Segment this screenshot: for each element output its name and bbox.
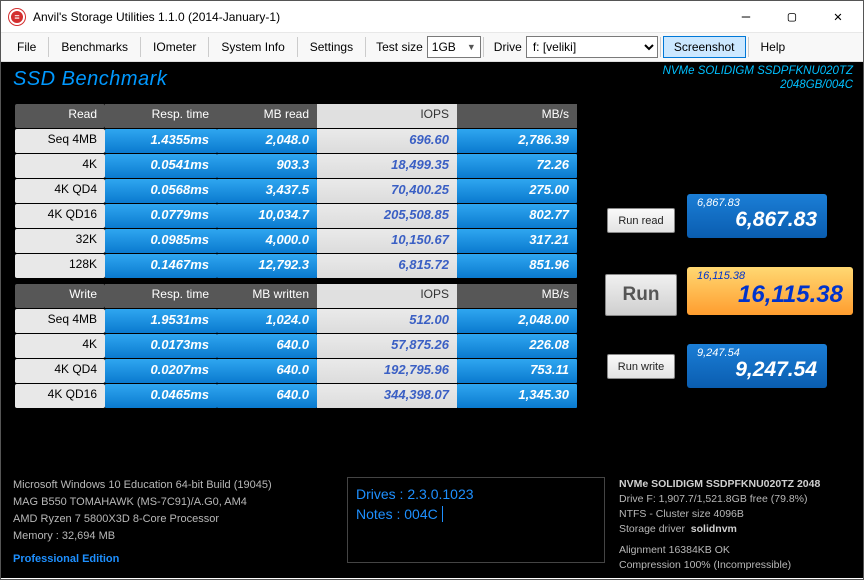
window-title: Anvil's Storage Utilities 1.1.0 (2014-Ja…	[33, 10, 723, 24]
menu-settings[interactable]: Settings	[300, 36, 363, 58]
table-row: 4K QD40.0207ms640.0192,795.96753.11	[15, 359, 593, 383]
write-header: Write	[15, 284, 105, 308]
menu-iometer[interactable]: IOmeter	[143, 36, 206, 58]
page-title: SSD Benchmark	[13, 68, 167, 91]
header: SSD Benchmark NVMe SOLIDIGM SSDPFKNU020T…	[1, 62, 863, 96]
resp-time: 1.4355ms	[105, 129, 217, 153]
app-icon: ≡	[9, 9, 25, 25]
resp-time: 0.0173ms	[105, 334, 217, 358]
row-label: 4K QD16	[15, 204, 105, 228]
table-row: 4K0.0173ms640.057,875.26226.08	[15, 334, 593, 358]
table-row: 4K0.0541ms903.318,499.3572.26	[15, 154, 593, 178]
mb-value: 640.0	[217, 334, 317, 358]
mbs-value: 1,345.30	[457, 384, 577, 408]
iops-value: 205,508.85	[317, 204, 457, 228]
mb-value: 640.0	[217, 359, 317, 383]
notes-box[interactable]: Drives : 2.3.0.1023 Notes : 004C	[347, 477, 605, 563]
mb-value: 2,048.0	[217, 129, 317, 153]
run-write-button[interactable]: Run write	[607, 354, 675, 379]
menu-help[interactable]: Help	[751, 36, 796, 58]
write-score: 9,247.54 9,247.54	[687, 344, 827, 388]
mbs-value: 851.96	[457, 254, 577, 278]
mbs-value: 2,786.39	[457, 129, 577, 153]
mb-value: 4,000.0	[217, 229, 317, 253]
system-info: Microsoft Windows 10 Education 64-bit Bu…	[13, 477, 333, 566]
row-label: 4K QD16	[15, 384, 105, 408]
mb-value: 12,792.3	[217, 254, 317, 278]
maximize-button[interactable]: ▢	[769, 2, 815, 32]
row-label: 4K	[15, 154, 105, 178]
row-label: 128K	[15, 254, 105, 278]
row-label: 4K QD4	[15, 359, 105, 383]
test-size-select[interactable]: 1GB▼	[427, 36, 481, 58]
row-label: Seq 4MB	[15, 309, 105, 333]
write-table: Write Resp. time MB written IOPS MB/s Se…	[15, 284, 593, 408]
total-score: 16,115.38 16,115.38	[687, 267, 853, 315]
mbs-value: 226.08	[457, 334, 577, 358]
iops-value: 192,795.96	[317, 359, 457, 383]
menu-file[interactable]: File	[7, 36, 46, 58]
mbs-value: 753.11	[457, 359, 577, 383]
close-button[interactable]: ✕	[815, 2, 861, 32]
mbs-value: 317.21	[457, 229, 577, 253]
screenshot-button[interactable]: Screenshot	[663, 36, 746, 58]
content: Read Resp. time MB read IOPS MB/s Seq 4M…	[1, 96, 863, 469]
iops-value: 10,150.67	[317, 229, 457, 253]
read-table: Read Resp. time MB read IOPS MB/s Seq 4M…	[15, 104, 593, 278]
mbs-value: 275.00	[457, 179, 577, 203]
iops-value: 18,499.35	[317, 154, 457, 178]
row-label: 4K QD4	[15, 179, 105, 203]
mb-value: 3,437.5	[217, 179, 317, 203]
table-row: 4K QD160.0779ms10,034.7205,508.85802.77	[15, 204, 593, 228]
mb-value: 903.3	[217, 154, 317, 178]
iops-value: 70,400.25	[317, 179, 457, 203]
menu-system-info[interactable]: System Info	[211, 36, 294, 58]
resp-time: 0.1467ms	[105, 254, 217, 278]
drive-select[interactable]: f: [veliki]	[526, 36, 658, 58]
read-score: 6,867.83 6,867.83	[687, 194, 827, 238]
minimize-button[interactable]: —	[723, 2, 769, 32]
resp-time: 1.9531ms	[105, 309, 217, 333]
iops-value: 6,815.72	[317, 254, 457, 278]
iops-value: 57,875.26	[317, 334, 457, 358]
table-row: 4K QD160.0465ms640.0344,398.071,345.30	[15, 384, 593, 408]
drive-label: Drive	[486, 40, 526, 54]
row-label: 4K	[15, 334, 105, 358]
table-row: 32K0.0985ms4,000.010,150.67317.21	[15, 229, 593, 253]
table-row: Seq 4MB1.4355ms2,048.0696.602,786.39	[15, 129, 593, 153]
run-button[interactable]: Run	[605, 274, 677, 316]
resp-time: 0.0985ms	[105, 229, 217, 253]
read-header: Read	[15, 104, 105, 128]
resp-time: 0.0779ms	[105, 204, 217, 228]
mbs-value: 72.26	[457, 154, 577, 178]
chevron-down-icon: ▼	[467, 42, 476, 52]
footer: Microsoft Windows 10 Education 64-bit Bu…	[1, 469, 863, 578]
resp-time: 0.0541ms	[105, 154, 217, 178]
mb-value: 10,034.7	[217, 204, 317, 228]
mb-value: 640.0	[217, 384, 317, 408]
menu-benchmarks[interactable]: Benchmarks	[51, 36, 138, 58]
table-row: 128K0.1467ms12,792.36,815.72851.96	[15, 254, 593, 278]
resp-time: 0.0465ms	[105, 384, 217, 408]
mbs-value: 2,048.00	[457, 309, 577, 333]
row-label: Seq 4MB	[15, 129, 105, 153]
mb-value: 1,024.0	[217, 309, 317, 333]
drive-info: NVMe SOLIDIGM SSDPFKNU020TZ 2048GB/004C	[663, 64, 853, 92]
resp-time: 0.0568ms	[105, 179, 217, 203]
iops-value: 512.00	[317, 309, 457, 333]
drive-details: NVMe SOLIDIGM SSDPFKNU020TZ 2048 Drive F…	[619, 477, 851, 566]
iops-value: 344,398.07	[317, 384, 457, 408]
menubar: File Benchmarks IOmeter System Info Sett…	[1, 33, 863, 62]
table-row: Seq 4MB1.9531ms1,024.0512.002,048.00	[15, 309, 593, 333]
resp-time: 0.0207ms	[105, 359, 217, 383]
test-size-label: Test size	[368, 40, 427, 54]
run-read-button[interactable]: Run read	[607, 208, 675, 233]
titlebar: ≡ Anvil's Storage Utilities 1.1.0 (2014-…	[1, 1, 863, 33]
mbs-value: 802.77	[457, 204, 577, 228]
iops-value: 696.60	[317, 129, 457, 153]
row-label: 32K	[15, 229, 105, 253]
table-row: 4K QD40.0568ms3,437.570,400.25275.00	[15, 179, 593, 203]
